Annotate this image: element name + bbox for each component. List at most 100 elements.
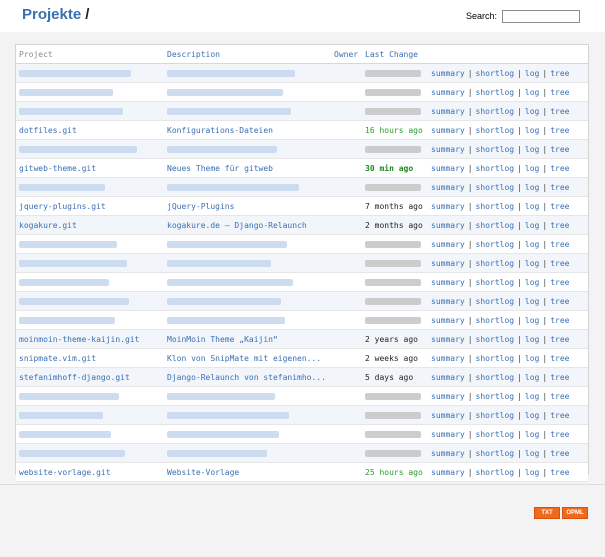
shortlog-link[interactable]: shortlog	[476, 354, 515, 363]
project-name-link[interactable]: gitweb-theme.git	[16, 158, 164, 178]
log-link[interactable]: log	[525, 164, 539, 173]
summary-link[interactable]: summary	[431, 107, 465, 116]
tree-link[interactable]: tree	[550, 430, 569, 439]
tree-link[interactable]: tree	[550, 468, 569, 477]
summary-link[interactable]: summary	[431, 297, 465, 306]
tree-link[interactable]: tree	[550, 297, 569, 306]
log-link[interactable]: log	[525, 240, 539, 249]
summary-link[interactable]: summary	[431, 69, 465, 78]
shortlog-link[interactable]: shortlog	[476, 316, 515, 325]
shortlog-link[interactable]: shortlog	[476, 468, 515, 477]
tree-link[interactable]: tree	[550, 88, 569, 97]
breadcrumb-projects-link[interactable]: Projekte	[22, 6, 81, 23]
tree-link[interactable]: tree	[550, 373, 569, 382]
txt-feed-button[interactable]: TXT	[534, 507, 560, 519]
summary-link[interactable]: summary	[431, 335, 465, 344]
summary-link[interactable]: summary	[431, 392, 465, 401]
shortlog-link[interactable]: shortlog	[476, 335, 515, 344]
column-header-owner[interactable]: Owner	[331, 45, 362, 64]
tree-link[interactable]: tree	[550, 335, 569, 344]
project-description[interactable]: MoinMoin Theme „Kaijin“	[164, 329, 331, 349]
summary-link[interactable]: summary	[431, 145, 465, 154]
shortlog-link[interactable]: shortlog	[476, 183, 515, 192]
tree-link[interactable]: tree	[550, 316, 569, 325]
project-name-link[interactable]: snipmate.vim.git	[16, 348, 164, 368]
tree-link[interactable]: tree	[550, 354, 569, 363]
shortlog-link[interactable]: shortlog	[476, 240, 515, 249]
column-header-last-change[interactable]: Last Change	[362, 45, 431, 64]
tree-link[interactable]: tree	[550, 278, 569, 287]
log-link[interactable]: log	[525, 259, 539, 268]
log-link[interactable]: log	[525, 411, 539, 420]
project-description[interactable]: Konfigurations-Dateien	[164, 120, 331, 140]
log-link[interactable]: log	[525, 430, 539, 439]
search-input[interactable]	[502, 10, 580, 23]
log-link[interactable]: log	[525, 221, 539, 230]
log-link[interactable]: log	[525, 69, 539, 78]
shortlog-link[interactable]: shortlog	[476, 69, 515, 78]
column-header-description[interactable]: Description	[164, 45, 331, 64]
shortlog-link[interactable]: shortlog	[476, 430, 515, 439]
shortlog-link[interactable]: shortlog	[476, 392, 515, 401]
tree-link[interactable]: tree	[550, 259, 569, 268]
shortlog-link[interactable]: shortlog	[476, 88, 515, 97]
log-link[interactable]: log	[525, 449, 539, 458]
tree-link[interactable]: tree	[550, 126, 569, 135]
project-name-link[interactable]: website-vorlage.git	[16, 462, 164, 482]
tree-link[interactable]: tree	[550, 145, 569, 154]
log-link[interactable]: log	[525, 316, 539, 325]
log-link[interactable]: log	[525, 354, 539, 363]
log-link[interactable]: log	[525, 145, 539, 154]
tree-link[interactable]: tree	[550, 183, 569, 192]
project-name-link[interactable]: kogakure.git	[16, 215, 164, 235]
shortlog-link[interactable]: shortlog	[476, 107, 515, 116]
tree-link[interactable]: tree	[550, 221, 569, 230]
log-link[interactable]: log	[525, 107, 539, 116]
summary-link[interactable]: summary	[431, 278, 465, 287]
project-description[interactable]: Website-Vorlage	[164, 462, 331, 482]
shortlog-link[interactable]: shortlog	[476, 278, 515, 287]
tree-link[interactable]: tree	[550, 69, 569, 78]
tree-link[interactable]: tree	[550, 392, 569, 401]
shortlog-link[interactable]: shortlog	[476, 202, 515, 211]
project-description[interactable]: kogakure.de – Django-Relaunch	[164, 215, 331, 235]
shortlog-link[interactable]: shortlog	[476, 373, 515, 382]
shortlog-link[interactable]: shortlog	[476, 164, 515, 173]
log-link[interactable]: log	[525, 468, 539, 477]
summary-link[interactable]: summary	[431, 183, 465, 192]
summary-link[interactable]: summary	[431, 221, 465, 230]
opml-feed-button[interactable]: OPML	[562, 507, 588, 519]
summary-link[interactable]: summary	[431, 468, 465, 477]
tree-link[interactable]: tree	[550, 411, 569, 420]
log-link[interactable]: log	[525, 335, 539, 344]
summary-link[interactable]: summary	[431, 411, 465, 420]
project-description[interactable]: Django-Relaunch von stefanimho...	[164, 367, 331, 387]
shortlog-link[interactable]: shortlog	[476, 221, 515, 230]
summary-link[interactable]: summary	[431, 449, 465, 458]
summary-link[interactable]: summary	[431, 164, 465, 173]
project-name-link[interactable]: stefanimhoff-django.git	[16, 367, 164, 387]
tree-link[interactable]: tree	[550, 164, 569, 173]
shortlog-link[interactable]: shortlog	[476, 411, 515, 420]
summary-link[interactable]: summary	[431, 240, 465, 249]
shortlog-link[interactable]: shortlog	[476, 259, 515, 268]
project-description[interactable]: Klon von SnipMate mit eigenen...	[164, 348, 331, 368]
log-link[interactable]: log	[525, 297, 539, 306]
project-name-link[interactable]: dotfiles.git	[16, 120, 164, 140]
tree-link[interactable]: tree	[550, 107, 569, 116]
tree-link[interactable]: tree	[550, 449, 569, 458]
shortlog-link[interactable]: shortlog	[476, 297, 515, 306]
log-link[interactable]: log	[525, 373, 539, 382]
shortlog-link[interactable]: shortlog	[476, 449, 515, 458]
column-header-project[interactable]: Project	[16, 45, 164, 64]
summary-link[interactable]: summary	[431, 126, 465, 135]
project-name-link[interactable]: jquery-plugins.git	[16, 196, 164, 216]
log-link[interactable]: log	[525, 126, 539, 135]
log-link[interactable]: log	[525, 278, 539, 287]
summary-link[interactable]: summary	[431, 202, 465, 211]
project-name-link[interactable]: moinmoin-theme-kaijin.git	[16, 329, 164, 349]
summary-link[interactable]: summary	[431, 88, 465, 97]
project-description[interactable]: jQuery-Plugins	[164, 196, 331, 216]
shortlog-link[interactable]: shortlog	[476, 145, 515, 154]
log-link[interactable]: log	[525, 88, 539, 97]
